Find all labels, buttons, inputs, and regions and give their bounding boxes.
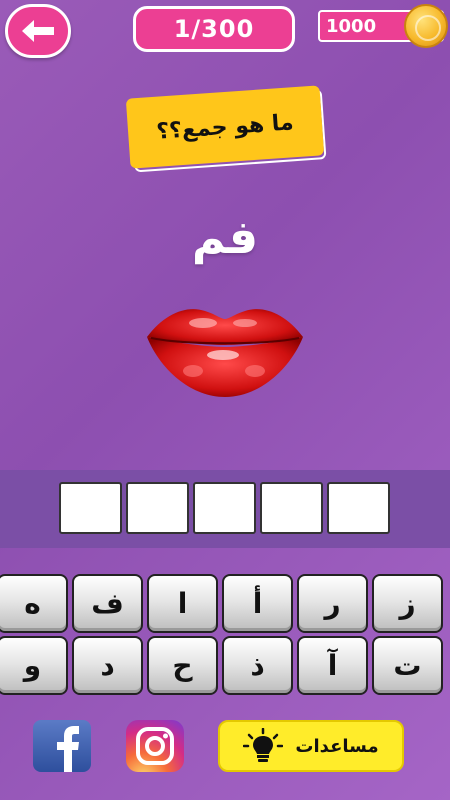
answer-slot[interactable] xyxy=(126,482,189,534)
level-text: 1/300 xyxy=(173,15,255,43)
lips-image xyxy=(147,309,303,397)
coin-balance[interactable]: 1000 xyxy=(318,4,448,48)
answer-slots xyxy=(59,482,390,534)
instagram-button[interactable] xyxy=(126,720,184,772)
letter-key[interactable]: ت xyxy=(372,636,443,695)
keyboard-row-2: و د ح ذ آ ت xyxy=(0,636,450,695)
letter-key[interactable]: أ xyxy=(222,574,293,633)
coin-count: 1000 xyxy=(326,15,377,37)
back-arrow-icon xyxy=(22,20,54,42)
answer-slot[interactable] xyxy=(327,482,390,534)
letter-key[interactable]: ه xyxy=(0,574,68,633)
help-button[interactable]: مساعدات xyxy=(218,720,404,772)
letter-key[interactable]: د xyxy=(72,636,143,695)
letter-key[interactable]: ر xyxy=(297,574,368,633)
letter-key[interactable]: ح xyxy=(147,636,218,695)
instagram-icon xyxy=(136,727,174,765)
lightbulb-icon xyxy=(243,728,284,762)
prompt-word: فم xyxy=(191,210,259,264)
answer-slot[interactable] xyxy=(59,482,122,534)
question-banner: ما هو جمع؟؟ xyxy=(125,85,327,173)
letter-key[interactable]: و xyxy=(0,636,68,695)
letter-key[interactable]: ف xyxy=(72,574,143,633)
level-counter: 1/300 xyxy=(133,6,295,52)
answer-slot[interactable] xyxy=(260,482,323,534)
help-label: مساعدات xyxy=(295,735,379,757)
back-button[interactable] xyxy=(5,4,71,58)
keyboard-row-1: ه ف ا أ ر ز xyxy=(0,574,450,633)
question-text: ما هو جمع؟؟ xyxy=(125,85,325,169)
coin-icon xyxy=(404,4,448,48)
letter-key[interactable]: آ xyxy=(297,636,368,695)
letter-key[interactable]: ا xyxy=(147,574,218,633)
letter-key[interactable]: ز xyxy=(372,574,443,633)
facebook-icon xyxy=(57,726,79,772)
letter-key[interactable]: ذ xyxy=(222,636,293,695)
letter-keyboard: ه ف ا أ ر ز و د ح ذ آ ت xyxy=(0,574,450,698)
answer-slot[interactable] xyxy=(193,482,256,534)
facebook-button[interactable] xyxy=(33,720,91,772)
